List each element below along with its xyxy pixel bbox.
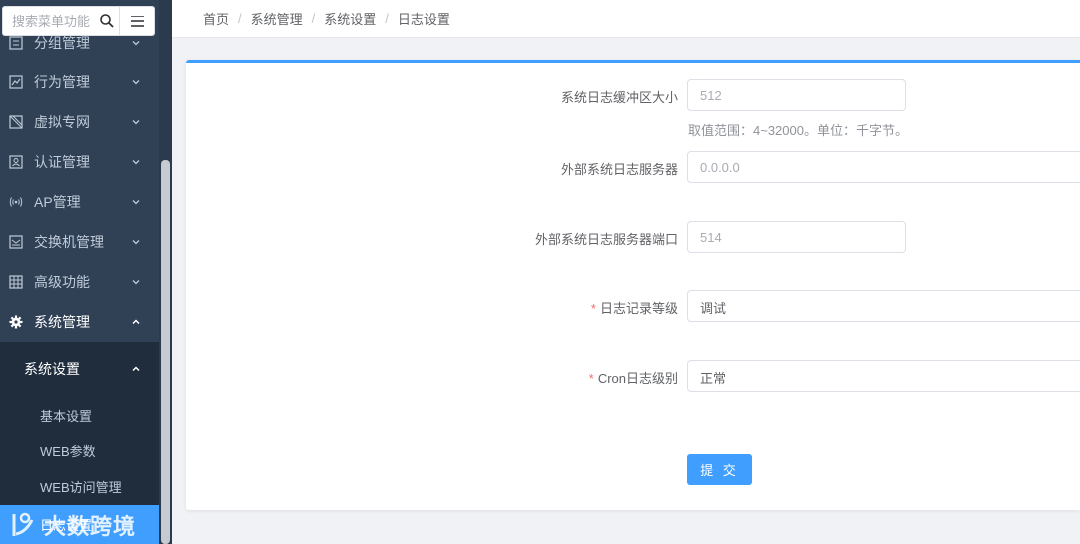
- submenu-title-label: 系统设置: [24, 361, 80, 377]
- sidebar-item-label: 认证管理: [34, 154, 90, 170]
- search-icon[interactable]: [99, 13, 115, 29]
- sidebar-subitem-web-params[interactable]: WEB参数: [0, 432, 159, 468]
- breadcrumb: 首页 / 系统管理 / 系统设置 / 日志设置: [172, 0, 1080, 38]
- cron-level-value: 正常: [700, 371, 727, 386]
- cron-level-label: * Cron日志级别: [589, 368, 678, 387]
- chevron-down-icon: [132, 240, 140, 245]
- chevron-down-icon: [132, 280, 140, 285]
- chevron-down-icon: [132, 41, 140, 46]
- cron-level-label-text: Cron日志级别: [597, 371, 678, 386]
- submit-button[interactable]: 提 交: [687, 454, 752, 485]
- gear-icon: [9, 315, 23, 329]
- chevron-down-icon: [132, 120, 140, 125]
- chevron-up-icon: [132, 319, 140, 325]
- log-level-label-text: 日志记录等级: [599, 301, 678, 316]
- sidebar-item-label: 高级功能: [34, 274, 90, 290]
- breadcrumb-system-settings[interactable]: 系统设置: [324, 9, 376, 28]
- sidebar-item-ap[interactable]: AP管理: [0, 182, 159, 222]
- switch-icon: [9, 235, 23, 249]
- log-level-value: 调试: [700, 301, 727, 316]
- sidebar-subitem-log[interactable]: 日志设置: [0, 505, 159, 544]
- sidebar-item-label: 行为管理: [34, 74, 90, 90]
- required-mark: *: [590, 301, 596, 316]
- grid-icon: [9, 275, 23, 289]
- sidebar-menu: 分组管理 行为管理 虚拟专网 认证管理 AP管理 交换机管理 高级功能 系统管理…: [0, 0, 159, 544]
- log-server-field: [687, 151, 1080, 183]
- menu-toggle-button[interactable]: [119, 7, 155, 35]
- chevron-down-icon: [132, 200, 140, 205]
- breadcrumb-home[interactable]: 首页: [203, 9, 229, 28]
- vpn-icon: [9, 115, 23, 129]
- sidebar-subitem-label: WEB访问管理: [40, 479, 122, 495]
- log-level-label: * 日志记录等级: [591, 298, 678, 317]
- sidebar-item-advanced[interactable]: 高级功能: [0, 262, 159, 302]
- wireless-icon: [9, 197, 23, 207]
- sidebar-item-label: 分组管理: [34, 35, 90, 51]
- cron-level-select[interactable]: 正常: [687, 360, 1080, 392]
- buffer-size-input[interactable]: [688, 80, 905, 110]
- sidebar-item-behavior[interactable]: 行为管理: [0, 62, 159, 102]
- buffer-size-hint: 取值范围：4~32000。单位：千字节。: [688, 123, 908, 138]
- sidebar-item-label: AP管理: [34, 194, 81, 210]
- sidebar-subitem-web-access[interactable]: WEB访问管理: [0, 468, 159, 504]
- buffer-size-label: 系统日志缓冲区大小: [560, 90, 678, 105]
- sidebar-subitem-label: WEB参数: [40, 443, 96, 459]
- breadcrumb-separator: /: [385, 11, 389, 26]
- sidebar-item-vpn[interactable]: 虚拟专网: [0, 102, 159, 142]
- sidebar-item-label: 系统管理: [34, 314, 90, 330]
- submenu-title-system-settings[interactable]: 系统设置: [0, 348, 159, 390]
- chevron-up-icon: [132, 366, 140, 372]
- sidebar-item-system[interactable]: 系统管理: [0, 302, 159, 342]
- sidebar-item-label: 交换机管理: [34, 234, 104, 250]
- log-level-select[interactable]: 调试: [687, 290, 1080, 322]
- hamburger-icon: [131, 15, 144, 27]
- sidebar-subitem-basic[interactable]: 基本设置: [0, 397, 159, 433]
- breadcrumb-current: 日志设置: [397, 12, 450, 27]
- log-server-port-field: [687, 221, 906, 253]
- sidebar-scrollbar-thumb[interactable]: [161, 160, 170, 544]
- sidebar-item-auth[interactable]: 认证管理: [0, 142, 159, 182]
- behavior-icon: [9, 75, 23, 89]
- group-icon: [9, 36, 23, 50]
- log-settings-card: [186, 60, 1080, 510]
- chevron-down-icon: [132, 80, 140, 85]
- required-mark: *: [588, 371, 594, 386]
- log-server-port-input[interactable]: [688, 222, 905, 252]
- sidebar-subitem-label: 基本设置: [40, 408, 93, 424]
- log-server-port-label: 外部系统日志服务器端口: [534, 232, 678, 247]
- sidebar: 分组管理 行为管理 虚拟专网 认证管理 AP管理 交换机管理 高级功能 系统管理…: [0, 0, 172, 544]
- log-server-label: 外部系统日志服务器: [560, 162, 678, 177]
- auth-icon: [9, 155, 23, 169]
- breadcrumb-separator: /: [311, 11, 316, 26]
- chevron-down-icon: [132, 160, 140, 165]
- buffer-size-field: [687, 79, 906, 111]
- breadcrumb-system-management[interactable]: 系统管理: [251, 9, 303, 28]
- menu-search: [2, 6, 155, 36]
- sidebar-item-switch[interactable]: 交换机管理: [0, 222, 159, 262]
- sidebar-subitem-label: 日志设置: [40, 518, 93, 533]
- breadcrumb-separator: /: [238, 11, 242, 26]
- log-server-input[interactable]: [688, 152, 1080, 182]
- sidebar-item-label: 虚拟专网: [34, 114, 90, 130]
